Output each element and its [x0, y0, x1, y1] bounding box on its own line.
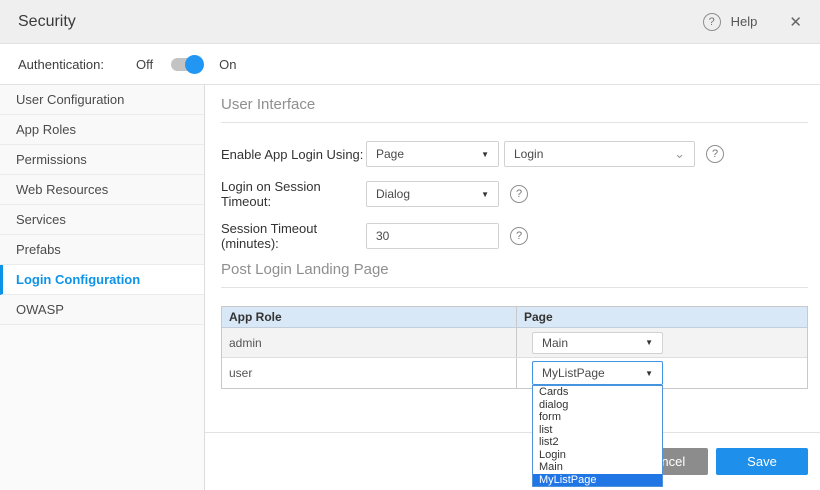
app-role-cell: user: [222, 358, 517, 388]
dropdown-option-dialog[interactable]: dialog: [533, 399, 662, 412]
enable-app-login-label: Enable App Login Using:: [221, 147, 366, 162]
table-row-admin: admin Main ▼: [222, 328, 807, 358]
page-select-dropdown: Cards dialog form list list2 Login Main …: [532, 385, 663, 487]
field-enable-app-login: Enable App Login Using: Page ▼ Login ⌄ ?: [221, 141, 808, 167]
enable-app-login-type-select[interactable]: Page ▼: [366, 141, 499, 167]
chevron-down-icon: ⌄: [674, 149, 685, 159]
app-role-cell: admin: [222, 328, 517, 357]
column-header-app-role: App Role: [222, 307, 517, 327]
select-value: Page: [376, 147, 404, 161]
security-dialog: Security ? Help ✕ Authentication: Off On…: [0, 0, 820, 490]
sidebar-item-login-configuration[interactable]: Login Configuration: [0, 265, 204, 295]
admin-page-select[interactable]: Main ▼: [532, 332, 663, 354]
login-on-session-timeout-label: Login on Session Timeout:: [221, 179, 366, 209]
dropdown-option-main[interactable]: Main: [533, 461, 662, 474]
field-session-timeout: Session Timeout (minutes): ?: [221, 221, 808, 251]
caret-down-icon: ▼: [481, 150, 489, 159]
select-value: MyListPage: [542, 366, 605, 380]
help-link[interactable]: Help: [731, 14, 758, 29]
dialog-footer: Cancel Save: [205, 432, 820, 490]
dropdown-option-login[interactable]: Login: [533, 449, 662, 462]
field-login-on-session-timeout: Login on Session Timeout: Dialog ▼ ?: [221, 179, 808, 209]
select-value: Login: [514, 147, 543, 161]
dropdown-option-mylistpage[interactable]: MyListPage: [533, 474, 662, 487]
landing-page-table: App Role Page admin Main ▼: [221, 306, 808, 389]
page-cell: Main ▼: [517, 328, 807, 357]
toggle-knob: [185, 55, 204, 74]
login-on-session-timeout-select[interactable]: Dialog ▼: [366, 181, 499, 207]
sidebar-item-user-configuration[interactable]: User Configuration: [0, 85, 204, 115]
authentication-bar: Authentication: Off On: [0, 44, 820, 85]
select-value: Dialog: [376, 187, 410, 201]
section-title-user-interface: User Interface: [221, 96, 808, 123]
sidebar-item-app-roles[interactable]: App Roles: [0, 115, 204, 145]
close-icon[interactable]: ✕: [789, 13, 802, 31]
save-button[interactable]: Save: [716, 448, 808, 475]
session-timeout-label: Session Timeout (minutes):: [221, 221, 366, 251]
enable-app-login-page-select[interactable]: Login ⌄: [504, 141, 695, 167]
toggle-on-label: On: [219, 57, 236, 72]
login-configuration-panel: User Interface Enable App Login Using: P…: [205, 85, 820, 490]
dialog-header: Security ? Help ✕: [0, 0, 820, 44]
sidebar-item-owasp[interactable]: OWASP: [0, 295, 204, 325]
column-header-page: Page: [517, 307, 807, 327]
help-icon[interactable]: ?: [703, 13, 721, 31]
table-header-row: App Role Page: [222, 307, 807, 328]
toggle-off-label: Off: [136, 57, 153, 72]
page-cell: MyListPage ▼ Cards dialog form list list…: [517, 358, 807, 388]
caret-down-icon: ▼: [481, 190, 489, 199]
section-title-post-login-landing-page: Post Login Landing Page: [221, 261, 808, 288]
sidebar-item-permissions[interactable]: Permissions: [0, 145, 204, 175]
help-icon[interactable]: ?: [706, 145, 724, 163]
dropdown-option-form[interactable]: form: [533, 411, 662, 424]
sidebar-item-services[interactable]: Services: [0, 205, 204, 235]
authentication-label: Authentication:: [18, 57, 104, 72]
authentication-toggle[interactable]: [171, 58, 201, 71]
select-value: Main: [542, 336, 568, 350]
dropdown-option-list2[interactable]: list2: [533, 436, 662, 449]
help-icon[interactable]: ?: [510, 227, 528, 245]
dropdown-option-list[interactable]: list: [533, 424, 662, 437]
dropdown-option-cards[interactable]: Cards: [533, 386, 662, 399]
user-page-select[interactable]: MyListPage ▼: [532, 361, 663, 385]
sidebar-item-web-resources[interactable]: Web Resources: [0, 175, 204, 205]
caret-down-icon: ▼: [645, 338, 653, 347]
caret-down-icon: ▼: [645, 369, 653, 378]
help-icon[interactable]: ?: [510, 185, 528, 203]
page-title: Security: [18, 13, 703, 31]
table-row-user: user MyListPage ▼ Cards dialog form: [222, 358, 807, 388]
sidebar-item-prefabs[interactable]: Prefabs: [0, 235, 204, 265]
session-timeout-input[interactable]: [366, 223, 499, 249]
settings-sidebar: User Configuration App Roles Permissions…: [0, 85, 205, 490]
